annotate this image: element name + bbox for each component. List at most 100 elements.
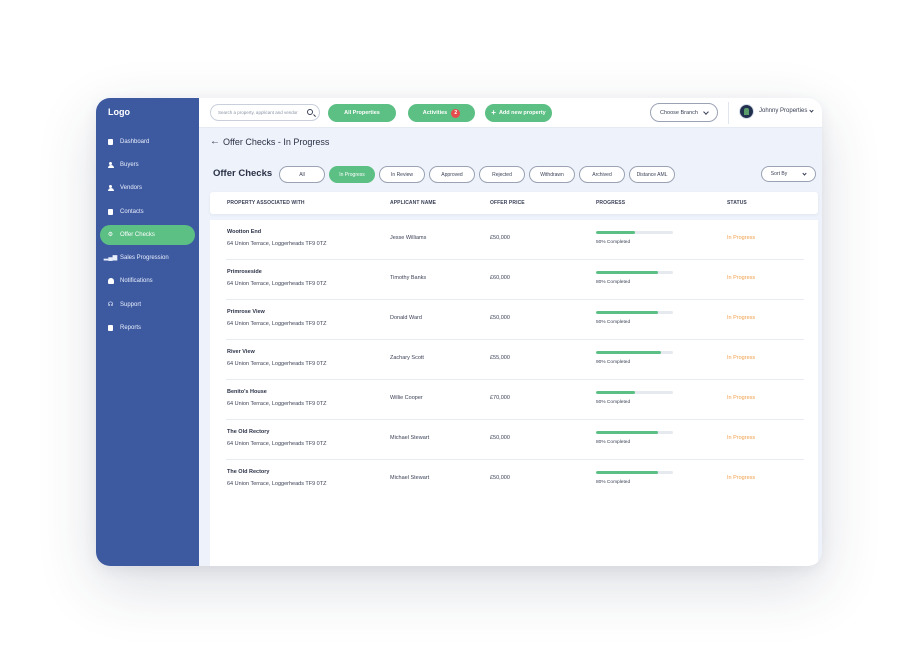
table-row[interactable]: Wootton End 64 Union Terrace, Loggerhead… bbox=[210, 220, 818, 260]
offer-price: £50,000 bbox=[490, 315, 510, 321]
filter-distance-aml[interactable]: Distance AML bbox=[629, 166, 675, 183]
document-icon bbox=[107, 139, 114, 146]
app-window: Logo Dashboard Buyers Vendors Contacts ⚙… bbox=[96, 98, 822, 566]
applicant-name: Michael Stewart bbox=[390, 435, 430, 441]
table-row[interactable]: Primrose View 64 Union Terrace, Loggerhe… bbox=[210, 300, 818, 340]
progress-bar bbox=[596, 231, 673, 234]
progress-bar bbox=[596, 271, 673, 274]
property-address: 64 Union Terrace, Loggerheads TF9 0TZ bbox=[227, 441, 327, 447]
add-property-button[interactable]: + Add new property bbox=[485, 104, 552, 122]
sidebar-item-support[interactable]: ☊ Support bbox=[100, 295, 195, 315]
property-address: 64 Union Terrace, Loggerheads TF9 0TZ bbox=[227, 321, 327, 327]
divider bbox=[728, 102, 729, 124]
column-header-progress[interactable]: PROGRESS bbox=[596, 200, 625, 206]
sidebar-item-label: Offer Checks bbox=[120, 232, 155, 238]
progress-bar bbox=[596, 431, 673, 434]
property-address: 64 Union Terrace, Loggerheads TF9 0TZ bbox=[227, 361, 327, 367]
status-badge: In Progress bbox=[727, 275, 756, 281]
sidebar-item-label: Dashboard bbox=[120, 139, 150, 145]
sidebar-item-buyers[interactable]: Buyers bbox=[100, 155, 195, 175]
offer-price: £50,000 bbox=[490, 235, 510, 241]
activities-count-badge: 2 bbox=[451, 108, 461, 118]
user-menu[interactable]: Johnny Properties bbox=[759, 107, 814, 114]
sidebar-item-vendors[interactable]: Vendors bbox=[100, 178, 195, 198]
status-badge: In Progress bbox=[727, 475, 756, 481]
status-badge: In Progress bbox=[727, 395, 756, 401]
column-header-status[interactable]: STATUS bbox=[727, 200, 747, 206]
table-row[interactable]: The Old Rectory 64 Union Terrace, Logger… bbox=[210, 420, 818, 460]
person-icon bbox=[107, 161, 114, 169]
headset-icon: ☊ bbox=[107, 302, 114, 308]
search-input[interactable] bbox=[218, 110, 304, 115]
contacts-icon bbox=[107, 209, 114, 216]
activities-button[interactable]: Activities 2 bbox=[408, 104, 475, 122]
logo: Logo bbox=[108, 107, 130, 117]
section-title: Offer Checks bbox=[213, 168, 273, 179]
top-bar: All Properties Activities 2 + Add new pr… bbox=[199, 98, 822, 128]
column-header-price[interactable]: OFFER PRICE bbox=[490, 200, 525, 206]
table-body: Wootton End 64 Union Terrace, Loggerhead… bbox=[210, 220, 818, 566]
table-row[interactable]: Benito's House 64 Union Terrace, Loggerh… bbox=[210, 380, 818, 420]
property-name: The Old Rectory bbox=[227, 429, 270, 435]
avatar[interactable] bbox=[739, 104, 754, 119]
all-properties-button[interactable]: All Properties bbox=[328, 104, 396, 122]
filter-approved[interactable]: Approved bbox=[429, 166, 475, 183]
progress-bar bbox=[596, 311, 673, 314]
activities-label: Activities bbox=[422, 110, 448, 116]
progress-label: 90% Completed bbox=[596, 360, 631, 365]
sidebar-item-label: Support bbox=[120, 302, 142, 308]
column-header-property[interactable]: PROPERTY ASSOCIATED WITH bbox=[227, 200, 305, 206]
progress-bar bbox=[596, 351, 673, 354]
sort-dropdown[interactable]: Sort By bbox=[761, 166, 816, 182]
progress-bar bbox=[596, 391, 673, 394]
offer-price: £60,000 bbox=[490, 275, 510, 281]
branch-label: Choose Branch bbox=[660, 109, 698, 116]
progress-label: 80% Completed bbox=[596, 440, 631, 445]
plus-icon: + bbox=[491, 108, 496, 117]
applicant-name: Timothy Banks bbox=[390, 275, 427, 281]
sidebar-item-label: Vendors bbox=[120, 185, 143, 191]
column-header-applicant[interactable]: APPLICANT NAME bbox=[390, 200, 436, 206]
table-row[interactable]: River View 64 Union Terrace, Loggerheads… bbox=[210, 340, 818, 380]
property-name: The Old Rectory bbox=[227, 469, 270, 475]
sort-label: Sort By bbox=[770, 171, 788, 177]
property-address: 64 Union Terrace, Loggerheads TF9 0TZ bbox=[227, 481, 327, 487]
applicant-name: Michael Stewart bbox=[390, 475, 430, 481]
sidebar-item-contacts[interactable]: Contacts bbox=[100, 202, 195, 222]
filter-rejected[interactable]: Rejected bbox=[479, 166, 525, 183]
sidebar-item-label: Buyers bbox=[120, 162, 139, 168]
applicant-name: Zachary Scott bbox=[390, 355, 424, 361]
back-arrow-icon[interactable]: ← bbox=[210, 136, 220, 147]
branch-dropdown[interactable]: Choose Branch bbox=[650, 103, 718, 122]
offer-price: £55,000 bbox=[490, 355, 510, 361]
person-icon bbox=[107, 184, 114, 192]
property-name: Primrose View bbox=[227, 309, 265, 315]
filter-in-review[interactable]: In Review bbox=[379, 166, 425, 183]
search-icon[interactable] bbox=[307, 109, 313, 115]
sidebar-item-dashboard[interactable]: Dashboard bbox=[100, 132, 195, 152]
applicant-name: Donald Ward bbox=[390, 315, 422, 321]
filter-withdrawn[interactable]: Withdrawn bbox=[529, 166, 575, 183]
sidebar-item-sales-progression[interactable]: ▂▄▆ Sales Progression bbox=[100, 248, 195, 268]
table-row[interactable]: The Old Rectory 64 Union Terrace, Logger… bbox=[210, 460, 818, 500]
applicant-name: Jesse Williams bbox=[390, 235, 427, 241]
filter-in-progress[interactable]: In Progress bbox=[329, 166, 375, 183]
table-row[interactable]: Primroseside 64 Union Terrace, Loggerhea… bbox=[210, 260, 818, 300]
sidebar-item-notifications[interactable]: Notifications bbox=[100, 271, 195, 291]
status-badge: In Progress bbox=[727, 435, 756, 441]
progress-label: 50% Completed bbox=[596, 320, 631, 325]
sidebar-item-label: Sales Progression bbox=[120, 255, 169, 261]
sidebar-item-offer-checks[interactable]: ⚙ Offer Checks bbox=[100, 225, 195, 245]
filter-all[interactable]: All bbox=[279, 166, 325, 183]
gear-icon: ⚙ bbox=[107, 232, 114, 238]
sidebar-item-label: Contacts bbox=[120, 209, 144, 215]
chevron-down-icon bbox=[802, 170, 807, 176]
property-address: 64 Union Terrace, Loggerheads TF9 0TZ bbox=[227, 401, 327, 407]
offer-price: £50,000 bbox=[490, 475, 510, 481]
filter-archived[interactable]: Archived bbox=[579, 166, 625, 183]
table-header: PROPERTY ASSOCIATED WITH APPLICANT NAME … bbox=[210, 192, 818, 214]
sidebar-item-reports[interactable]: Reports bbox=[100, 318, 195, 338]
bell-icon bbox=[107, 278, 114, 285]
sidebar-item-label: Reports bbox=[120, 325, 142, 331]
offer-price: £70,000 bbox=[490, 395, 510, 401]
